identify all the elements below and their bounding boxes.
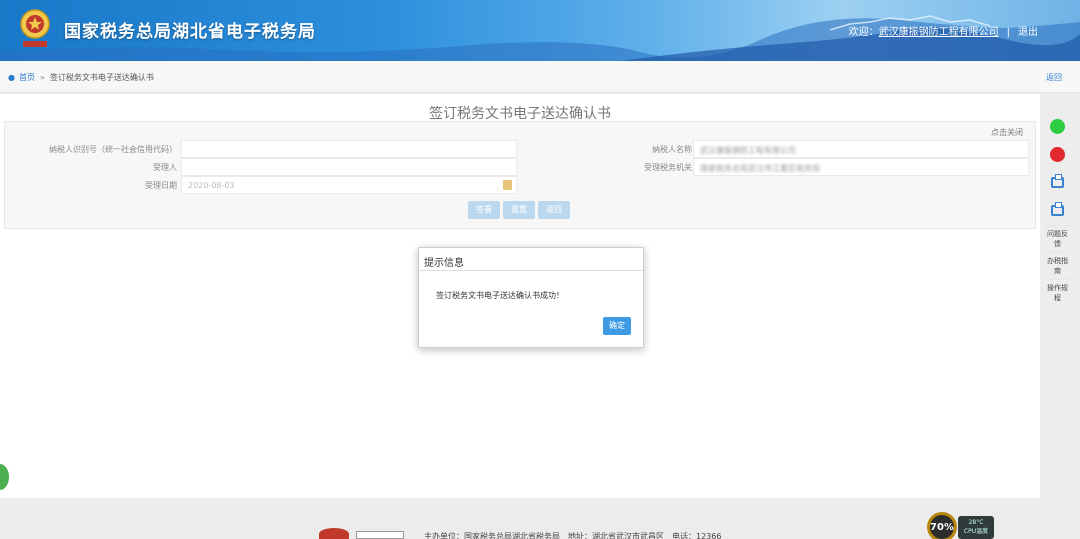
taxpayer-name-value: 武汉康振钢防工程有限公司 xyxy=(700,146,796,155)
printer-icon xyxy=(1051,174,1064,188)
weibo-button[interactable] xyxy=(1045,141,1070,168)
cpu-temp-value: 28°C xyxy=(968,519,984,526)
cpu-usage-gauge: 70% xyxy=(927,512,957,539)
form-row-2: 受理人 受理税务机关 国家税务总局武汉市江夏区税务局 xyxy=(5,158,1035,176)
footer: 主办单位：国家税务总局湖北省税务局 地址：湖北省武汉市武昌区 电话：12366 xyxy=(0,498,1080,539)
info-dialog: 提示信息 签订税务文书电子送达确认书成功！ 确定 xyxy=(418,247,644,348)
right-toolbar: 问题反馈 办税指南 操作规程 xyxy=(1045,113,1070,306)
taxpayer-id-label: 纳税人识别号（统一社会信用代码） xyxy=(49,145,177,154)
welcome-bar: 欢迎：武汉康振钢防工程有限公司 | 退出 xyxy=(849,23,1038,38)
page: 国家税务总局湖北省电子税务局 欢迎：武汉康振钢防工程有限公司 | 退出 ● 首页» 签订… xyxy=(0,0,1080,539)
printer-icon xyxy=(1051,202,1064,216)
site-title: 国家税务总局湖北省电子税务局 xyxy=(64,22,316,42)
breadcrumb-separator: » xyxy=(39,73,45,82)
sidebar-item-procedure[interactable]: 操作规程 xyxy=(1045,279,1070,306)
accepter-field[interactable] xyxy=(181,158,517,176)
wechat-icon xyxy=(1050,119,1065,134)
header-banner: 国家税务总局湖北省电子税务局 欢迎：武汉康振钢防工程有限公司 | 退出 xyxy=(0,0,1080,61)
cpu-temp-widget: 70% 28°C CPU温度 xyxy=(927,512,995,539)
breadcrumb: ● 首页 » 签订税务文书电子送达确认书 xyxy=(8,72,154,83)
company-link[interactable]: 武汉康振钢防工程有限公司 xyxy=(879,27,999,38)
footer-emblem-icon xyxy=(319,528,349,539)
collapse-link[interactable]: 点击关闭 xyxy=(991,127,1023,138)
tax-emblem-icon xyxy=(20,9,50,47)
sign-button[interactable]: 签署 xyxy=(468,201,500,219)
accept-date-label: 受理日期 xyxy=(145,181,177,190)
sidebar-item-guide[interactable]: 办税指南 xyxy=(1045,252,1070,279)
accept-date-value: 2020-08-03 xyxy=(188,181,235,190)
form-row-3: 受理日期 2020-08-03 xyxy=(5,176,1035,194)
accept-date-field[interactable]: 2020-08-03 xyxy=(181,176,517,194)
taxpayer-name-label: 纳税人名称 xyxy=(652,145,692,154)
sidebar-item-feedback[interactable]: 问题反馈 xyxy=(1045,225,1070,252)
accepter-label: 受理人 xyxy=(153,163,177,172)
form-row-1: 纳税人识别号（统一社会信用代码） 纳税人名称 武汉康振钢防工程有限公司 xyxy=(5,140,1035,158)
taxpayer-id-field[interactable] xyxy=(181,140,517,158)
taxpayer-name-field[interactable]: 武汉康振钢防工程有限公司 xyxy=(693,140,1029,158)
back-link[interactable]: 返回 xyxy=(1046,72,1062,83)
form-buttons: 签署 重置 返回 xyxy=(468,201,573,219)
calendar-icon[interactable] xyxy=(503,180,512,190)
footer-badge-icon xyxy=(356,531,404,539)
tax-office-field[interactable]: 国家税务总局武汉市江夏区税务局 xyxy=(693,158,1029,176)
page-title: 签订税务文书电子送达确认书 xyxy=(429,106,611,122)
breadcrumb-bar: ● 首页 » 签订税务文书电子送达确认书 返回 xyxy=(0,61,1080,93)
reset-button[interactable]: 重置 xyxy=(503,201,535,219)
cpu-temp-box: 28°C CPU温度 xyxy=(958,516,994,539)
dialog-message: 签订税务文书电子送达确认书成功！ xyxy=(436,291,564,300)
tax-office-value: 国家税务总局武汉市江夏区税务局 xyxy=(700,164,820,173)
location-pin-icon: ● xyxy=(8,73,15,82)
print-button-2[interactable] xyxy=(1045,197,1070,224)
back-button[interactable]: 返回 xyxy=(538,201,570,219)
ok-button[interactable]: 确定 xyxy=(603,317,631,335)
breadcrumb-home-link[interactable]: 首页 xyxy=(19,73,35,82)
welcome-label: 欢迎： xyxy=(848,27,879,38)
footer-text: 主办单位：国家税务总局湖北省税务局 地址：湖北省武汉市武昌区 电话：12366 xyxy=(424,532,722,539)
dialog-title: 提示信息 xyxy=(419,248,643,271)
logout-link[interactable]: 退出 xyxy=(1018,27,1038,38)
weibo-icon xyxy=(1050,147,1065,162)
cpu-temp-label: CPU温度 xyxy=(963,528,989,535)
wechat-button[interactable] xyxy=(1045,113,1070,140)
tax-office-label: 受理税务机关 xyxy=(644,163,692,172)
empty-field xyxy=(693,176,1029,194)
breadcrumb-current: 签订税务文书电子送达确认书 xyxy=(49,73,154,82)
print-button-1[interactable] xyxy=(1045,169,1070,196)
welcome-separator: | xyxy=(1006,27,1010,38)
